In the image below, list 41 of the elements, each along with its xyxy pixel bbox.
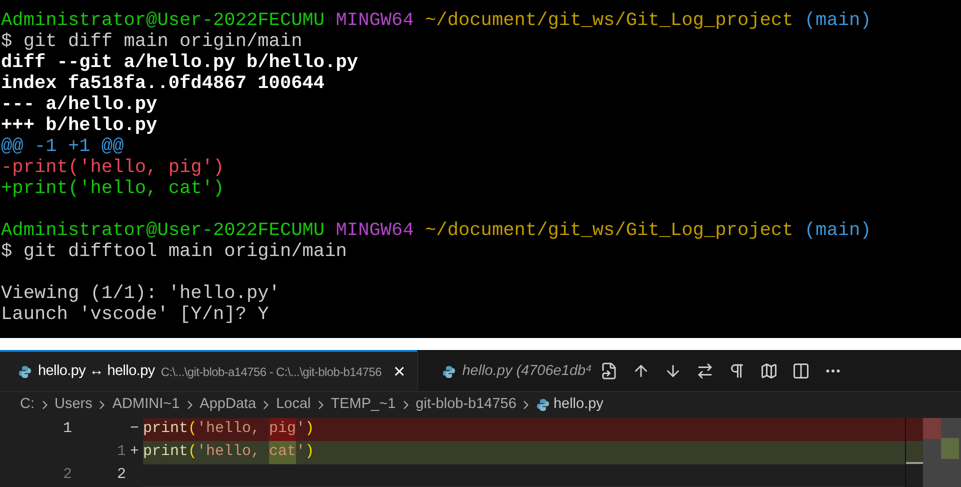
terminal-line: +print('hello, cat') (1, 178, 224, 199)
line-number: 2 (116, 465, 126, 486)
breadcrumb-item[interactable]: hello.py (553, 394, 604, 416)
terminal-line: @@ -1 +1 @@ (1, 136, 124, 157)
line-number: 2 (62, 465, 73, 486)
python-icon (18, 364, 32, 378)
tab-title: hello.py ↔ hello.py (38, 362, 155, 381)
file-icon[interactable] (600, 362, 618, 380)
line-number: 1 (62, 419, 73, 440)
terminal-line: --- a/hello.py (1, 94, 158, 115)
breadcrumb-item[interactable]: AppData (200, 394, 256, 416)
breadcrumb-item[interactable]: Local (276, 394, 311, 416)
terminal-line: diff --git a/hello.py b/hello.py (1, 52, 358, 73)
line-number: 1 (116, 442, 126, 462)
diff-marker: − (128, 419, 140, 440)
overview-ruler (905, 418, 961, 487)
diff-marker: + (128, 442, 140, 462)
tab-title: hello.py (4706e1db⁴ (462, 362, 592, 381)
close-button[interactable]: × (392, 362, 408, 382)
terminal-line: Administrator@User-2022FECUMU MINGW64 ~/document/git_ws/Git_Log_project (main) (1, 10, 872, 31)
breadcrumb-item[interactable]: ADMINI~1 (112, 394, 180, 416)
breadcrumb-item[interactable]: git-blob-b14756 (416, 394, 516, 416)
breadcrumb-item[interactable]: Users (54, 394, 92, 416)
swap-icon[interactable] (696, 362, 714, 380)
terminal-line: $ git diff main origin/main (1, 31, 302, 52)
map-icon[interactable] (760, 362, 778, 380)
breadcrumb-item[interactable]: TEMP_~1 (330, 394, 396, 416)
editor-tab[interactable]: hello.py ↔ hello.py C:\...\git-blob-a14756 - C:\...\git-blob-b14756 × (0, 350, 418, 391)
breadcrumb-item[interactable]: C: (20, 394, 34, 416)
terminal-line: index fa518fa..0fd4867 100644 (1, 73, 325, 94)
terminal-line: $ git difftool main origin/main (1, 241, 347, 262)
terminal-line: +++ b/hello.py (1, 115, 158, 136)
terminal-line: Administrator@User-2022FECUMU MINGW64 ~/document/git_ws/Git_Log_project (main) (1, 220, 872, 241)
terminal-line: -print('hello, pig') (1, 157, 224, 178)
terminal-line: Viewing (1/1): 'hello.py' (1, 283, 280, 304)
python-icon (536, 398, 550, 412)
tab-description: C:\...\git-blob-a14756 - C:\...\git-blob-b14756 (160, 364, 382, 380)
python-icon (442, 364, 456, 378)
split-icon[interactable] (792, 362, 810, 380)
editor-tab[interactable]: hello.py (4706e1db⁴ (417, 350, 594, 391)
terminal-line: Launch 'vscode' [Y/n]? Y (1, 304, 269, 325)
